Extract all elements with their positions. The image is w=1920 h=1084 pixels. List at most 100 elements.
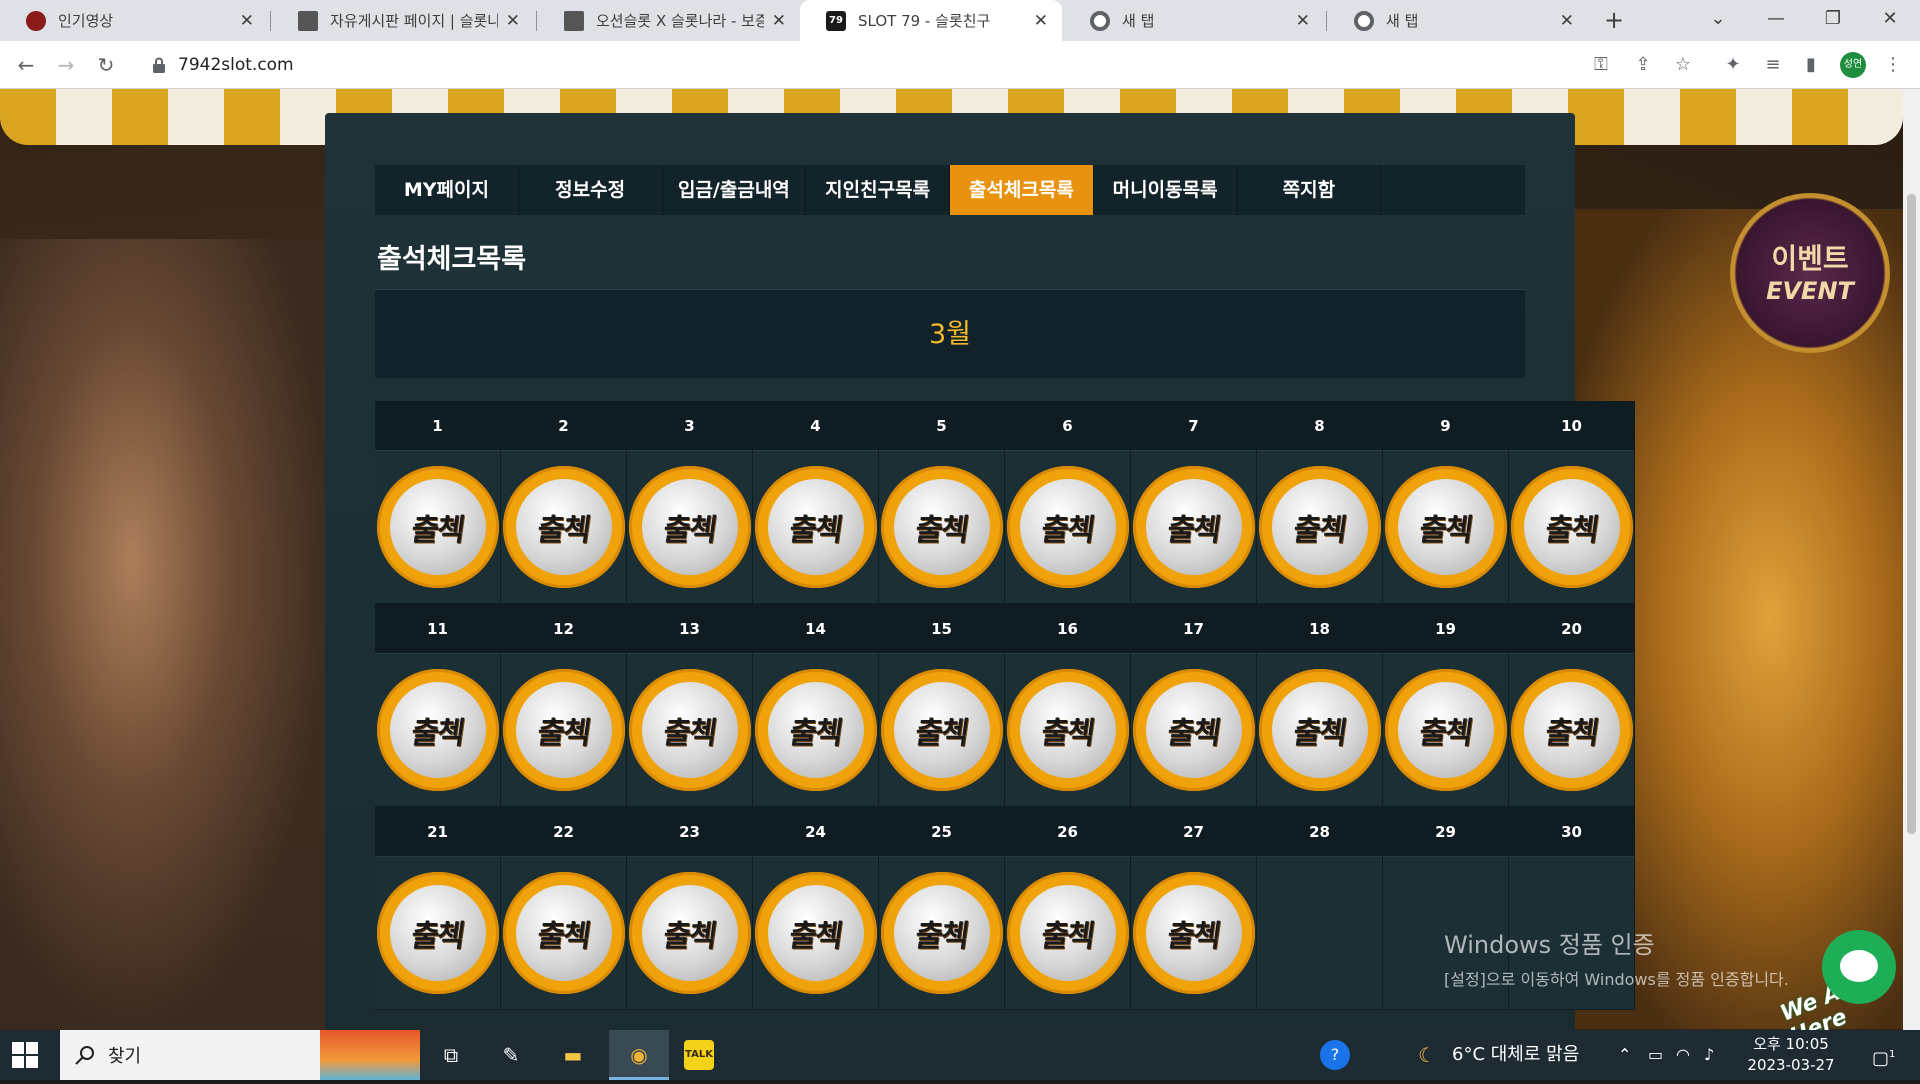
tab-4[interactable]: 새 탭 ✕ xyxy=(1064,0,1324,41)
day-cell: 출첵 xyxy=(1005,857,1130,1010)
tab-favicon xyxy=(26,10,46,31)
stamp-label: 출첵 xyxy=(1542,716,1600,751)
wifi-icon[interactable]: ◠ xyxy=(1676,1030,1690,1080)
weather-text[interactable]: 6°C 대체로 맑음 xyxy=(1452,1030,1579,1080)
day-cell: 출첵 xyxy=(1509,451,1634,604)
side-panel-icon[interactable]: ▮ xyxy=(1796,50,1826,80)
minimize-button[interactable]: — xyxy=(1748,0,1804,41)
tab-deposit-withdraw[interactable]: 입금/출금내역 xyxy=(663,165,807,215)
background-character-art xyxy=(0,239,330,1030)
tab-edit-info[interactable]: 정보수정 xyxy=(519,165,663,215)
day-number: 16 xyxy=(1005,604,1130,654)
tab-5[interactable]: 새 탭 ✕ xyxy=(1328,0,1588,41)
menu-kebab-icon[interactable]: ⋮ xyxy=(1878,50,1908,80)
tab-favicon xyxy=(298,10,318,31)
close-icon[interactable]: ✕ xyxy=(1296,11,1310,31)
day-cell: 출첵 xyxy=(753,857,878,1010)
attendance-stamp-icon: 출첵 xyxy=(502,466,625,588)
tab-messages[interactable]: 쪽지함 xyxy=(1238,165,1382,215)
tab-friend-list[interactable]: 지인친구목록 xyxy=(806,165,950,215)
day-number: 6 xyxy=(1005,401,1130,451)
tab-0[interactable]: 인기영상 ✕ xyxy=(0,0,268,41)
stamp-face: 출첵 xyxy=(1019,682,1116,778)
day-number: 26 xyxy=(1005,807,1130,857)
forward-arrow-icon[interactable]: → xyxy=(50,49,82,81)
calendar-day: 6 출첵 xyxy=(1005,401,1131,604)
maximize-button[interactable]: ❐ xyxy=(1805,0,1861,41)
day-cell: 출첵 xyxy=(1005,451,1130,604)
watermark-line1: Windows 정품 인증 xyxy=(1444,931,1655,959)
tray-chevron-icon[interactable]: ⌃ xyxy=(1618,1030,1631,1080)
notepad-app-icon[interactable]: ✎ xyxy=(496,1040,526,1070)
close-window-button[interactable]: ✕ xyxy=(1862,0,1918,41)
day-cell: 출첵 xyxy=(753,451,878,604)
tab-search-button[interactable]: ⌄ xyxy=(1690,0,1746,41)
close-icon[interactable]: ✕ xyxy=(240,11,254,31)
task-view-icon[interactable]: ⧉ xyxy=(436,1040,466,1070)
attendance-stamp-icon: 출첵 xyxy=(1006,466,1129,588)
tab-money-transfer[interactable]: 머니이동목록 xyxy=(1094,165,1238,215)
stamp-label: 출첵 xyxy=(1164,513,1222,548)
stamp-face: 출첵 xyxy=(893,885,990,981)
chat-button[interactable] xyxy=(1822,930,1896,1004)
file-explorer-icon[interactable]: ▬ xyxy=(558,1040,588,1070)
tab-divider xyxy=(1326,11,1327,31)
media-control-icon[interactable]: ≡ xyxy=(1758,50,1788,80)
notification-icon[interactable]: ▢1 xyxy=(1872,1030,1895,1080)
tab-2[interactable]: 오션슬롯 X 슬롯나라 - 보증 ✕ xyxy=(538,0,800,41)
tab-mypage[interactable]: MY페이지 xyxy=(375,165,519,215)
day-number: 18 xyxy=(1257,604,1382,654)
day-number: 11 xyxy=(375,604,500,654)
page-scrollbar[interactable] xyxy=(1903,89,1920,1030)
windows-start-icon[interactable] xyxy=(12,1042,38,1068)
back-arrow-icon[interactable]: ← xyxy=(10,49,42,81)
day-cell: 출첵 xyxy=(375,857,500,1010)
calendar-day: 11 출첵 xyxy=(375,604,501,807)
day-cell: 출첵 xyxy=(1257,451,1382,604)
attendance-stamp-icon: 출첵 xyxy=(1132,669,1255,791)
calendar-day: 10 출첵 xyxy=(1509,401,1635,604)
chrome-icon xyxy=(1354,10,1374,31)
day-cell: 출첵 xyxy=(879,451,1004,604)
new-tab-button[interactable]: + xyxy=(1600,6,1628,34)
help-icon[interactable]: ? xyxy=(1320,1040,1350,1070)
day-number: 7 xyxy=(1131,401,1256,451)
volume-icon[interactable]: ♪ xyxy=(1704,1030,1714,1080)
attendance-stamp-icon: 출첵 xyxy=(628,669,751,791)
tab-3-active[interactable]: 79 SLOT 79 - 슬롯친구 ✕ xyxy=(800,0,1062,41)
scrollbar-thumb[interactable] xyxy=(1907,194,1916,834)
tab-divider xyxy=(270,11,271,31)
share-icon[interactable]: ⇪ xyxy=(1628,50,1658,80)
tab-attendance[interactable]: 출석체크목록 xyxy=(950,165,1094,215)
day-number: 29 xyxy=(1383,807,1508,857)
close-icon[interactable]: ✕ xyxy=(1560,11,1574,31)
day-cell: 출첵 xyxy=(627,451,752,604)
taskbar-search[interactable]: 찾기 xyxy=(60,1030,320,1080)
profile-avatar[interactable]: 성연 xyxy=(1840,52,1866,78)
address-bar[interactable]: 7942slot.com xyxy=(138,48,1598,82)
browser-toolbar: ← → ↻ 7942slot.com ⚿ ⇪ ☆ ✦ ≡ ▮ ⋮ xyxy=(0,41,1920,89)
extensions-icon[interactable]: ✦ xyxy=(1718,50,1748,80)
clock-time: 오후 10:05 xyxy=(1753,1035,1829,1053)
close-icon[interactable]: ✕ xyxy=(506,11,520,31)
bookmark-star-icon[interactable]: ☆ xyxy=(1668,50,1698,80)
stamp-label: 출첵 xyxy=(408,716,466,751)
mypage-panel: MY페이지 정보수정 입금/출금내역 지인친구목록 출석체크목록 머니이동목록 … xyxy=(325,113,1635,1030)
reload-icon[interactable]: ↻ xyxy=(90,49,122,81)
day-number: 8 xyxy=(1257,401,1382,451)
day-number: 28 xyxy=(1257,807,1382,857)
stamp-face: 출첵 xyxy=(767,885,864,981)
close-icon[interactable]: ✕ xyxy=(772,11,786,31)
taskbar-clock[interactable]: 오후 10:05 2023-03-27 xyxy=(1736,1034,1846,1076)
day-cell: 출첵 xyxy=(879,857,1004,1010)
tab-1[interactable]: 자유게시판 페이지 | 슬롯나 ✕ xyxy=(272,0,534,41)
close-icon[interactable]: ✕ xyxy=(1034,11,1048,31)
chrome-taskbar-icon[interactable]: ◉ xyxy=(624,1040,654,1070)
key-icon[interactable]: ⚿ xyxy=(1586,50,1616,80)
attendance-stamp-icon: 출첵 xyxy=(880,872,1003,994)
tray-meet-icon[interactable]: ▭ xyxy=(1648,1030,1663,1080)
day-cell: 출첵 xyxy=(1383,451,1508,604)
calendar-day: 18 출첵 xyxy=(1257,604,1383,807)
kakaotalk-icon[interactable]: TALK xyxy=(684,1040,714,1070)
event-badge[interactable]: 이벤트 EVENT xyxy=(1730,193,1890,353)
